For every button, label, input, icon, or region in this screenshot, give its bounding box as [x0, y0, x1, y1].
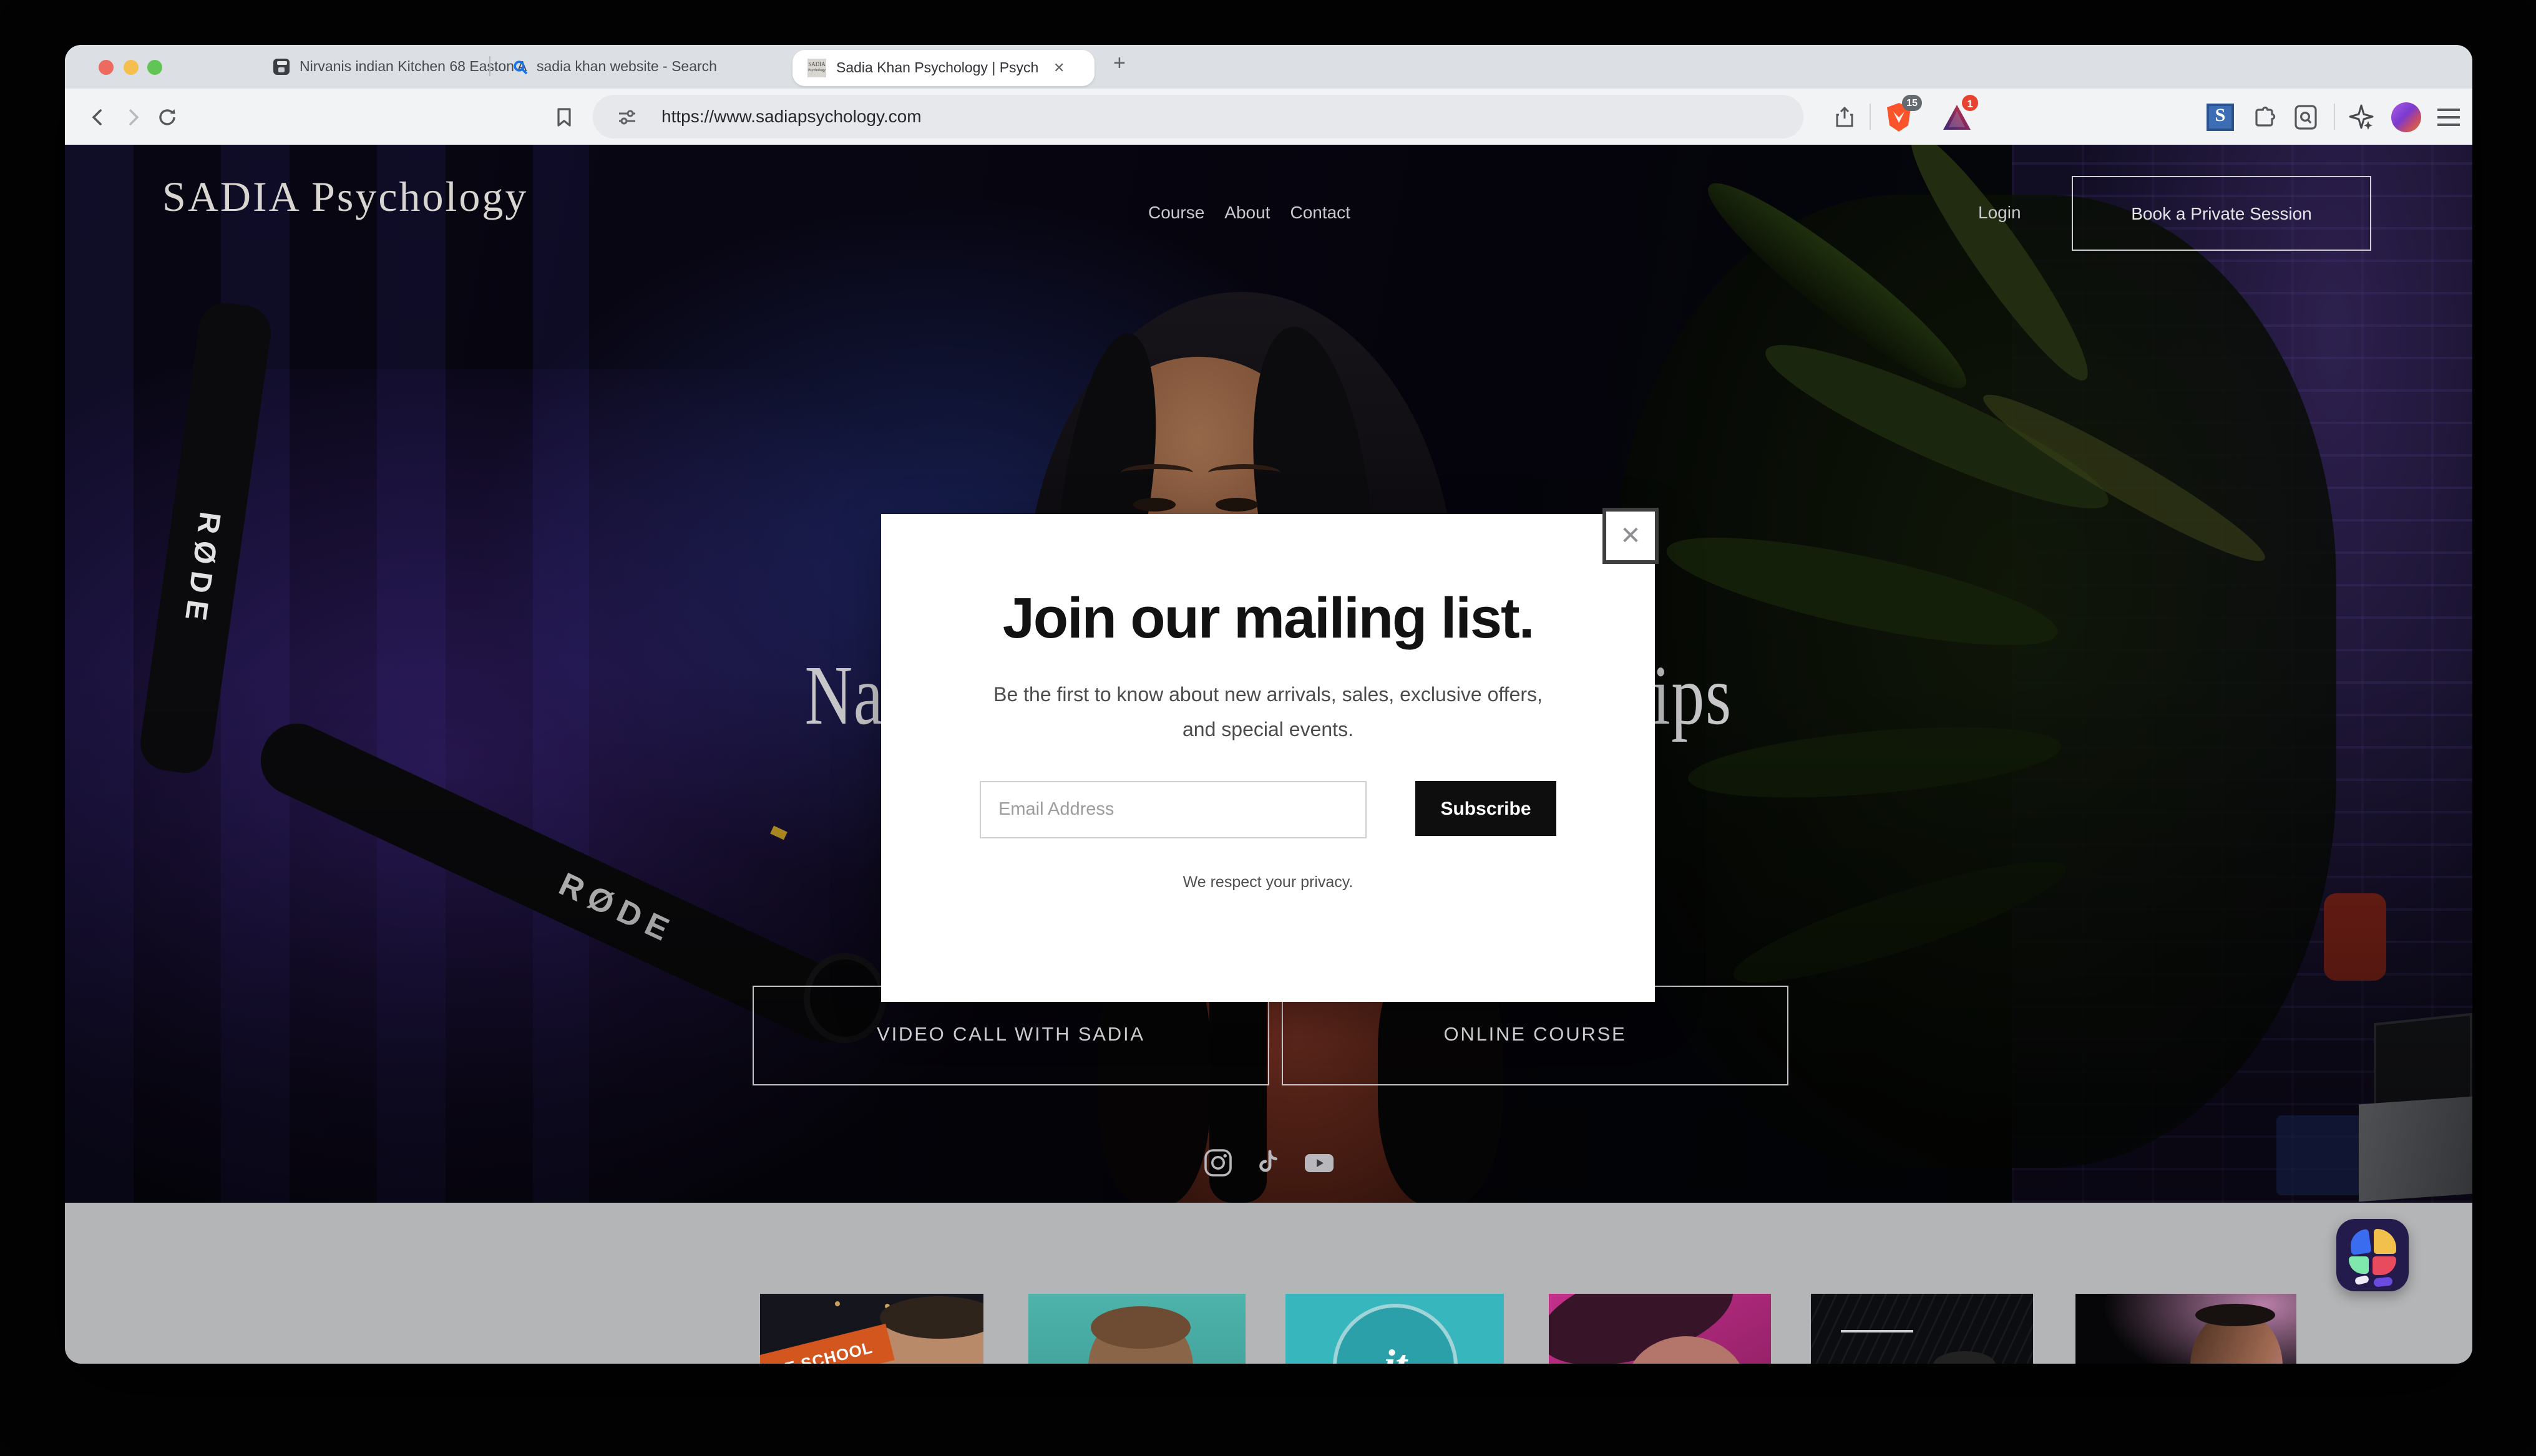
tab-title: Sadia Khan Psychology | Psych	[836, 61, 1051, 75]
icon-segment-mint	[2349, 1256, 2369, 1274]
modal-body: Be the first to know about new arrivals,…	[881, 679, 1655, 749]
back-icon[interactable]	[87, 106, 109, 127]
new-tab-button[interactable]: +	[1113, 51, 1126, 76]
site-logo[interactable]: SADIA Psychology	[162, 175, 528, 222]
color-wheel-app-icon[interactable]	[2336, 1219, 2409, 1291]
traffic-light-zoom[interactable]	[147, 60, 162, 75]
book-session-button[interactable]: Book a Private Session	[2072, 176, 2371, 251]
instagram-icon[interactable]	[1202, 1148, 1232, 1178]
icon-segment-white	[2354, 1275, 2369, 1286]
icon-segment-blue	[2349, 1229, 2372, 1255]
guest-buzzcut	[1091, 1306, 1191, 1349]
modal-title: Join our mailing list.	[881, 584, 1655, 651]
nav-about[interactable]: About	[1224, 202, 1270, 222]
share-icon[interactable]	[1835, 105, 1855, 128]
nav-contact[interactable]: Contact	[1290, 202, 1350, 222]
storefront-favicon-icon	[273, 59, 290, 75]
tune-icon[interactable]	[618, 107, 636, 126]
person-eyebrow-left	[1121, 464, 1193, 482]
line-pattern	[1811, 1294, 2033, 1364]
mailing-list-modal: ✕ Join our mailing list. Be the first to…	[881, 514, 1655, 1002]
thumbnail-school-of-greatness[interactable]: THE SCHOOL	[760, 1294, 983, 1364]
school-banner: THE SCHOOL	[760, 1324, 895, 1364]
icon-segment-red	[2373, 1256, 2396, 1275]
traffic-light-minimize[interactable]	[123, 60, 138, 75]
tab-title: sadia khan website - Search	[537, 59, 774, 74]
icon-segment-yellow	[2374, 1229, 2396, 1254]
tab-divider	[489, 56, 490, 76]
email-input[interactable]	[980, 781, 1367, 838]
tab-title: Nirvanis indian Kitchen 68 Easton A	[300, 59, 537, 74]
tab-close-icon[interactable]: ✕	[1053, 60, 1065, 76]
press-strip-section: THE SCHOOL it	[65, 1203, 2472, 1364]
impact-theory-logo: it	[1333, 1304, 1458, 1364]
person-eye-right	[1216, 498, 1258, 512]
address-bar[interactable]: https://www.sadiapsychology.com	[593, 95, 1803, 138]
extensions-puzzle-icon[interactable]	[2251, 104, 2276, 129]
toolbar-divider	[2334, 104, 2335, 130]
leo-ai-sparkle-icon[interactable]	[2349, 104, 2375, 130]
youtube-icon[interactable]	[1302, 1148, 1335, 1178]
bookmark-icon[interactable]	[555, 107, 573, 127]
toolbar-divider	[1870, 104, 1871, 130]
desktop: Nirvanis indian Kitchen 68 Easton A sadi…	[0, 0, 2536, 1456]
lit-guest-hair	[2195, 1304, 2275, 1326]
person-eye-left	[1133, 498, 1176, 512]
reload-icon[interactable]	[157, 107, 177, 127]
person-eyebrow-right	[1208, 464, 1280, 482]
thumbnail-dark-lines-show[interactable]	[1811, 1294, 2033, 1364]
title-underline	[1841, 1330, 1913, 1332]
stage-lights	[835, 1301, 840, 1306]
thumbnail-magenta-show[interactable]	[1549, 1294, 1771, 1364]
thumbnail-teal-podcast[interactable]	[1028, 1294, 1246, 1364]
tiktok-icon[interactable]	[1252, 1148, 1282, 1178]
social-row	[65, 1148, 2472, 1178]
icon-segment-violet	[2373, 1276, 2392, 1287]
tab-strip: Nirvanis indian Kitchen 68 Easton A sadi…	[65, 45, 2472, 89]
main-nav: Course About Contact	[1148, 202, 1350, 222]
forward-icon[interactable]	[122, 106, 144, 127]
modal-close-button[interactable]: ✕	[1602, 508, 1659, 564]
browser-toolbar: https://www.sadiapsychology.com 15 1 S	[65, 89, 2472, 145]
menu-hamburger-icon[interactable]	[2436, 107, 2461, 127]
search-tab-icon[interactable]	[2294, 104, 2318, 130]
page-content: RØDE RØDE SADIA Psychology Course Ab	[65, 145, 2472, 1364]
subscribe-form: Subscribe	[881, 781, 1655, 838]
search-favicon-icon	[513, 59, 528, 74]
nav-course[interactable]: Course	[1148, 202, 1204, 222]
login-link[interactable]: Login	[1978, 202, 2021, 222]
notification-badge: 1	[1962, 95, 1978, 111]
subscribe-button[interactable]: Subscribe	[1415, 781, 1556, 836]
tab-search[interactable]: sadia khan website - Search	[504, 45, 785, 89]
modal-body-line2: and special events.	[881, 714, 1655, 749]
traffic-light-close[interactable]	[99, 60, 114, 75]
modal-body-line1: Be the first to know about new arrivals,…	[881, 679, 1655, 714]
browser-window: Nirvanis indian Kitchen 68 Easton A sadi…	[65, 45, 2472, 1364]
thumbnail-dark-interview[interactable]	[2075, 1294, 2296, 1364]
privacy-note: We respect your privacy.	[881, 873, 1655, 891]
shields-badge: 15	[1902, 95, 1922, 111]
url-text: https://www.sadiapsychology.com	[661, 95, 922, 138]
tab-sadia-active[interactable]: SADIA Psychology Sadia Khan Psychology |…	[792, 50, 1095, 86]
profile-avatar[interactable]	[2391, 102, 2421, 132]
sadia-favicon-icon: SADIA Psychology	[807, 59, 826, 77]
thumbnail-impact-theory[interactable]: it	[1285, 1294, 1504, 1364]
s-extension-icon[interactable]: S	[2207, 103, 2234, 130]
